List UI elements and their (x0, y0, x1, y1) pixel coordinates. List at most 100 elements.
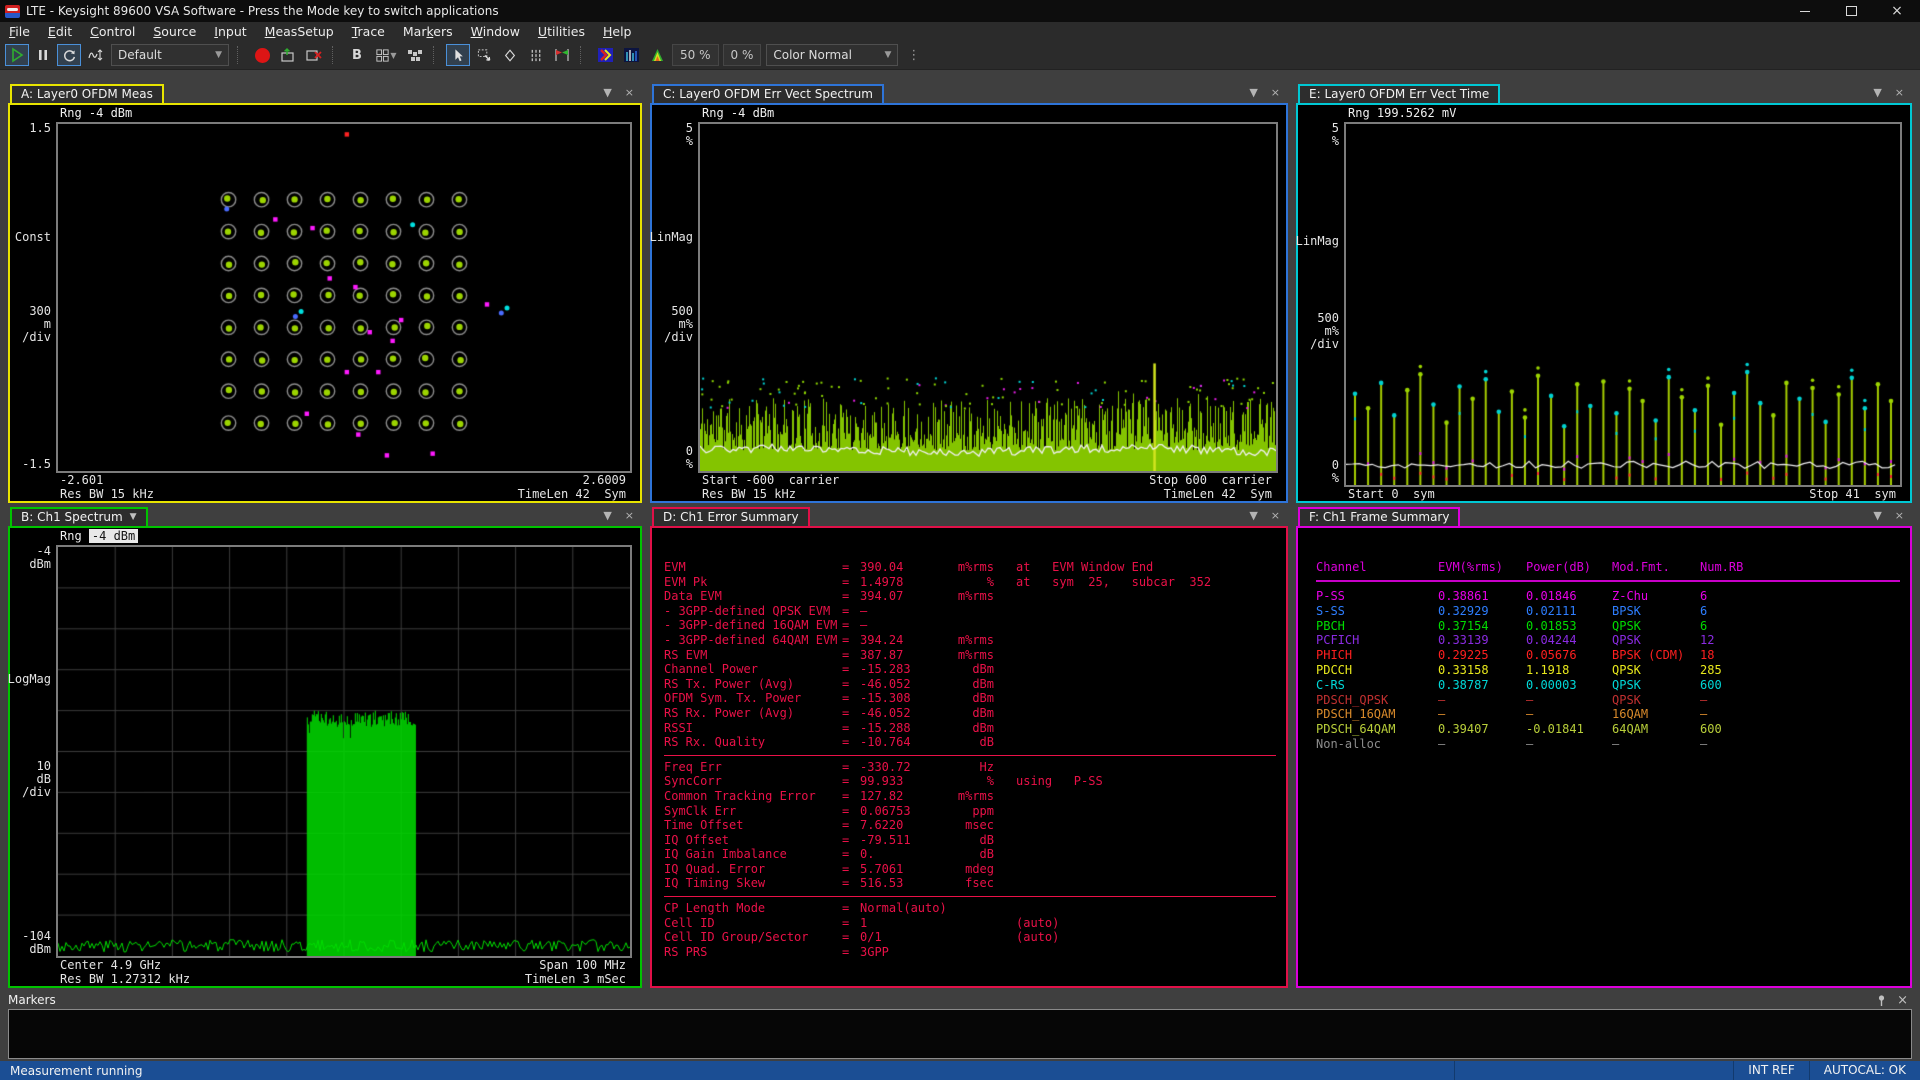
panel-menu-icon[interactable]: ▼ (1249, 509, 1257, 522)
spectrogram-button[interactable] (593, 44, 617, 66)
marker-diamond-button[interactable] (498, 44, 522, 66)
panel-close-icon[interactable]: × (1271, 86, 1280, 99)
menu-file[interactable]: File (0, 22, 39, 41)
error-summary-row: - 3GPP-defined QPSK EVM = — (664, 603, 868, 618)
toolbar-separator (332, 46, 339, 64)
menu-edit[interactable]: Edit (39, 22, 81, 41)
frame-summary-row: PDSCH_16QAM — —16QAM — (1316, 707, 1708, 722)
error-summary-row: Time Offset = 7.6220 msec (664, 818, 994, 833)
evm-spectrum-plot-frame (698, 122, 1278, 473)
spectrogram-icon (597, 48, 613, 62)
error-summary-row: - 3GPP-defined 64QAM EVM = 394.24 m%rms (664, 632, 994, 647)
panel-tab-b[interactable]: B: Ch1 Spectrum ▼ (10, 507, 148, 528)
restart-button[interactable] (57, 44, 81, 66)
record-button[interactable] (250, 44, 274, 66)
bold-trace-button[interactable]: B (345, 44, 369, 66)
toolbar-overflow-icon[interactable]: ⋮ (907, 48, 921, 63)
range-value-field[interactable]: -4 dBm (88, 529, 139, 543)
overlap-percent[interactable]: 0 % (722, 44, 762, 66)
close-button[interactable]: × (1874, 0, 1920, 22)
error-summary-row: RS Rx. Quality = -10.764 dB (664, 735, 994, 750)
panel-close-icon[interactable]: × (1271, 509, 1280, 522)
chevron-down-icon: ▼ (215, 50, 222, 60)
status-separator (1454, 1061, 1456, 1080)
auto-range-button[interactable] (83, 44, 107, 66)
evm-time-plot (1346, 124, 1900, 485)
panel-title: E: Layer0 OFDM Err Vect Time (1309, 87, 1490, 101)
frame-summary-row: PDSCH_QPSK — — QPSK — (1316, 692, 1708, 707)
markers-panel-body (8, 1009, 1912, 1059)
panel-tab-a[interactable]: A: Layer0 OFDM Meas (10, 84, 164, 105)
app-icon (5, 4, 20, 18)
arrange-windows-icon (408, 50, 422, 61)
menu-utilities[interactable]: Utilities (529, 22, 594, 41)
error-summary-row: IQ Timing Skew = 516.53 fsec (664, 876, 994, 891)
preset-select[interactable]: Default ▼ (111, 44, 229, 66)
layout-grid-icon (376, 48, 390, 62)
error-summary-table: EVM = 390.04 m%rms at EVM Window End EVM Pk = 1… (652, 528, 1286, 959)
pointer-tool-button[interactable] (446, 44, 470, 66)
trace-selector-chevron-icon[interactable]: ▼ (130, 509, 137, 526)
panel-title: A: Layer0 OFDM Meas (21, 87, 153, 101)
panel-close-icon[interactable]: × (1895, 509, 1904, 522)
panel-tab-f[interactable]: F: Ch1 Frame Summary (1298, 507, 1461, 528)
error-summary-row: OFDM Sym. Tx. Power = -15.308 dBm (664, 691, 994, 706)
cumulative-history-button[interactable] (645, 44, 669, 66)
cumulative-history-icon (651, 49, 663, 61)
menu-trace[interactable]: Trace (343, 22, 394, 41)
frame-summary-row: PHICH 0.29225 0.05676 BPSK (CDM) 18 (1316, 648, 1715, 663)
error-summary-row: RS Rx. Power (Avg) = -46.052 dBm (664, 705, 994, 720)
menu-input[interactable]: Input (205, 22, 255, 41)
summary-separator (664, 754, 1276, 756)
menu-help[interactable]: Help (594, 22, 641, 41)
panel-menu-icon[interactable]: ▼ (1873, 86, 1881, 99)
persistence-percent[interactable]: 50 % (672, 44, 719, 66)
menu-control[interactable]: Control (81, 22, 144, 41)
layout-grid-button[interactable]: ▼ (371, 44, 401, 66)
markers-panel-header: Markers × (8, 992, 1912, 1008)
y-axis-labels: 5% LinMag 500 m%/div 0% (1295, 121, 1339, 485)
menu-source[interactable]: Source (144, 22, 205, 41)
x-axis-info: Res BW 15 kHz TimeLen 42 Sym (60, 487, 626, 501)
reference-status: INT REF (1748, 1063, 1795, 1077)
panel-close-icon[interactable]: × (1895, 86, 1904, 99)
band-power-button[interactable] (524, 44, 548, 66)
panel-tab-e[interactable]: E: Layer0 OFDM Err Vect Time (1298, 84, 1501, 105)
markers-close-icon[interactable]: × (1897, 993, 1908, 1008)
panel-close-icon[interactable]: × (625, 86, 634, 99)
recall-trace-button[interactable] (276, 44, 300, 66)
error-summary-row: CP Length Mode = Normal(auto) (664, 901, 947, 916)
range-label: Rng -4 dBm (60, 106, 133, 120)
panel-tab-d[interactable]: D: Ch1 Error Summary (652, 507, 810, 528)
menu-meassetup[interactable]: MeasSetup (256, 22, 343, 41)
panel-menu-icon[interactable]: ▼ (1873, 509, 1881, 522)
panel-close-icon[interactable]: × (625, 509, 634, 522)
marker-flags-button[interactable] (550, 44, 574, 66)
menu-markers[interactable]: Markers (394, 22, 462, 41)
minimize-button[interactable] (1782, 0, 1828, 22)
panel-tab-c[interactable]: C: Layer0 OFDM Err Vect Spectrum (652, 84, 884, 105)
constellation-plot-frame (56, 122, 632, 473)
diamond-icon (504, 48, 516, 62)
color-mode-select[interactable]: Color Normal ▼ (766, 44, 899, 66)
pause-button[interactable] (31, 44, 55, 66)
play-icon (12, 47, 24, 63)
application-window: LTE - Keysight 89600 VSA Software - Pres… (0, 0, 1920, 1080)
waterfall-button[interactable] (619, 44, 643, 66)
panel-menu-icon[interactable]: ▼ (603, 509, 611, 522)
maximize-button[interactable] (1828, 0, 1874, 22)
range-label: Rng 199.5262 mV (1348, 106, 1457, 120)
delete-trace-button[interactable] (302, 44, 326, 66)
panel-menu-icon[interactable]: ▼ (1249, 86, 1257, 99)
run-button[interactable] (5, 44, 29, 66)
frame-summary-header: Channel EVM(%rms) Power(dB) Mod.Fmt. Num.RB (1316, 560, 1744, 574)
arrange-windows-button[interactable] (403, 44, 427, 66)
menu-window[interactable]: Window (462, 22, 529, 41)
zoom-select-button[interactable] (472, 44, 496, 66)
x-axis-labels: Start 0 sym Stop 41 sym (1348, 487, 1896, 501)
autocal-status: AUTOCAL: OK (1823, 1063, 1906, 1077)
panel-menu-icon[interactable]: ▼ (603, 86, 611, 99)
close-icon: × (1891, 3, 1903, 19)
evm-time-plot-frame (1344, 122, 1902, 487)
pin-icon[interactable] (1876, 994, 1887, 1007)
